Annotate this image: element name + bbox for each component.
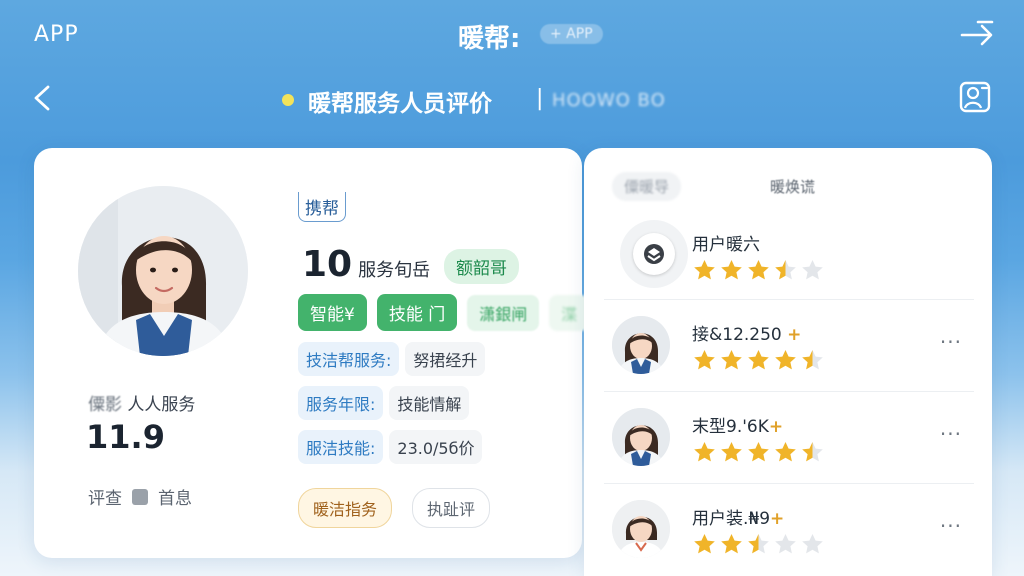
info-row-skills: 服洁技能: 23.0/5б价 <box>298 430 483 464</box>
reviewer-name: 末型9.'6K+ <box>692 412 783 437</box>
service-count-unit: 服务旬岳 <box>358 260 431 281</box>
skill-tag[interactable]: 技能 门 <box>376 294 458 331</box>
rating-right-label: 首息 <box>158 489 192 509</box>
info-value: 技能情解 <box>389 386 470 420</box>
brand-tag: 携帮 <box>298 192 346 222</box>
service-guide-chip[interactable]: 暖洁指务 <box>298 488 393 528</box>
more-icon[interactable]: ··· <box>940 422 962 446</box>
exit-icon[interactable] <box>958 18 998 52</box>
star-icon <box>694 534 715 554</box>
square-icon <box>132 488 148 505</box>
info-value: 努捃经升 <box>405 342 486 376</box>
service-count: 10 服务旬岳 <box>302 244 430 285</box>
app-label: APP <box>34 22 79 47</box>
title-separator: | <box>536 86 544 111</box>
reviewer-name: 用户暖六 <box>692 230 760 255</box>
page-subtitle: HOOWO BO <box>552 90 666 111</box>
tab-reviews-active[interactable]: 暖焕谎 <box>770 176 815 197</box>
reviewer-name: 用户装.₦9+ <box>692 504 784 529</box>
count-badge[interactable]: 额韶哥 <box>444 249 519 284</box>
rating-left-label: 评查 <box>88 489 122 509</box>
logo-icon <box>644 244 664 264</box>
top-bar: APP 暖帮: + APP <box>0 0 1024 72</box>
skill-tags: 智能¥ 技能 门 潇銀闸 渫 <box>298 294 590 331</box>
review-item[interactable]: 末型9.'6K+ ··· <box>604 392 974 484</box>
reviewer-logo <box>620 220 688 288</box>
star-icon <box>721 534 742 554</box>
stat-label-text: 人人服务 <box>127 395 196 415</box>
star-icon <box>694 442 715 462</box>
reviewer-name-text: 末型9.'6K <box>692 417 769 437</box>
star-icon <box>694 350 715 370</box>
skill-tag[interactable]: 潇銀闸 <box>467 294 540 331</box>
reviewer-plus: + <box>770 509 785 529</box>
service-count-number: 10 <box>302 244 353 285</box>
info-row-service: 技洁帮服务: 努捃经升 <box>298 342 486 376</box>
skill-tag[interactable]: 智能¥ <box>298 294 367 331</box>
more-icon[interactable]: ··· <box>940 514 962 538</box>
review-item[interactable]: 接&12.250 + ··· <box>604 300 974 392</box>
star-icon <box>775 534 796 554</box>
app-pill[interactable]: + APP <box>540 24 603 44</box>
info-key: 服洁技能: <box>298 430 384 464</box>
worker-avatar <box>78 186 248 356</box>
reviewer-plus: + <box>787 325 802 345</box>
info-key: 服务年限: <box>298 386 384 420</box>
reviewer-name-text: 用户装.₦9 <box>692 509 771 529</box>
stat-label-blurred: 僳影 <box>88 395 122 415</box>
status-dot <box>282 94 294 106</box>
review-chip[interactable]: 执趾评 <box>412 488 491 528</box>
star-icon <box>721 260 742 280</box>
star-icon <box>748 260 769 280</box>
star-icon <box>694 260 715 280</box>
star-icon <box>721 350 742 370</box>
star-icon <box>802 442 823 462</box>
rating-row: 评查 首息 <box>88 484 192 509</box>
reviewer-name: 接&12.250 + <box>692 320 801 345</box>
review-item[interactable]: 用户暖六 <box>604 208 974 300</box>
star-icon <box>775 442 796 462</box>
page-title: 暖帮服务人员评价 <box>308 91 492 117</box>
app-title: 暖帮: <box>458 24 521 54</box>
rating-stars <box>692 348 825 373</box>
star-icon <box>748 534 769 554</box>
more-icon[interactable]: ··· <box>940 330 962 354</box>
star-icon <box>775 260 796 280</box>
star-icon <box>802 350 823 370</box>
reviewer-name-text: 接&12.250 <box>692 325 782 345</box>
star-icon <box>802 260 823 280</box>
reviewer-avatar <box>612 500 670 558</box>
review-item[interactable]: 用户装.₦9+ ··· <box>604 484 974 576</box>
reviewer-avatar <box>612 408 670 466</box>
service-stat-label: 僳影 人人服务 <box>88 390 195 415</box>
info-row-years: 服务年限: 技能情解 <box>298 386 470 420</box>
star-icon <box>748 350 769 370</box>
service-stat-value: 11.9 <box>86 418 165 456</box>
reviewer-plus: + <box>768 417 784 437</box>
star-icon <box>775 350 796 370</box>
rating-stars <box>692 532 825 557</box>
info-key: 技洁帮服务: <box>298 342 400 376</box>
star-icon <box>748 442 769 462</box>
star-icon <box>802 534 823 554</box>
reviewer-avatar <box>612 316 670 374</box>
tab-reviews-other[interactable]: 僳暖导 <box>612 172 682 201</box>
back-icon[interactable] <box>30 84 56 112</box>
rating-stars <box>692 440 825 465</box>
star-icon <box>721 442 742 462</box>
info-value: 23.0/5б价 <box>389 430 483 464</box>
reviewer-name-text: 用户暖六 <box>692 235 760 255</box>
rating-stars <box>692 258 825 283</box>
profile-icon[interactable] <box>958 80 992 114</box>
